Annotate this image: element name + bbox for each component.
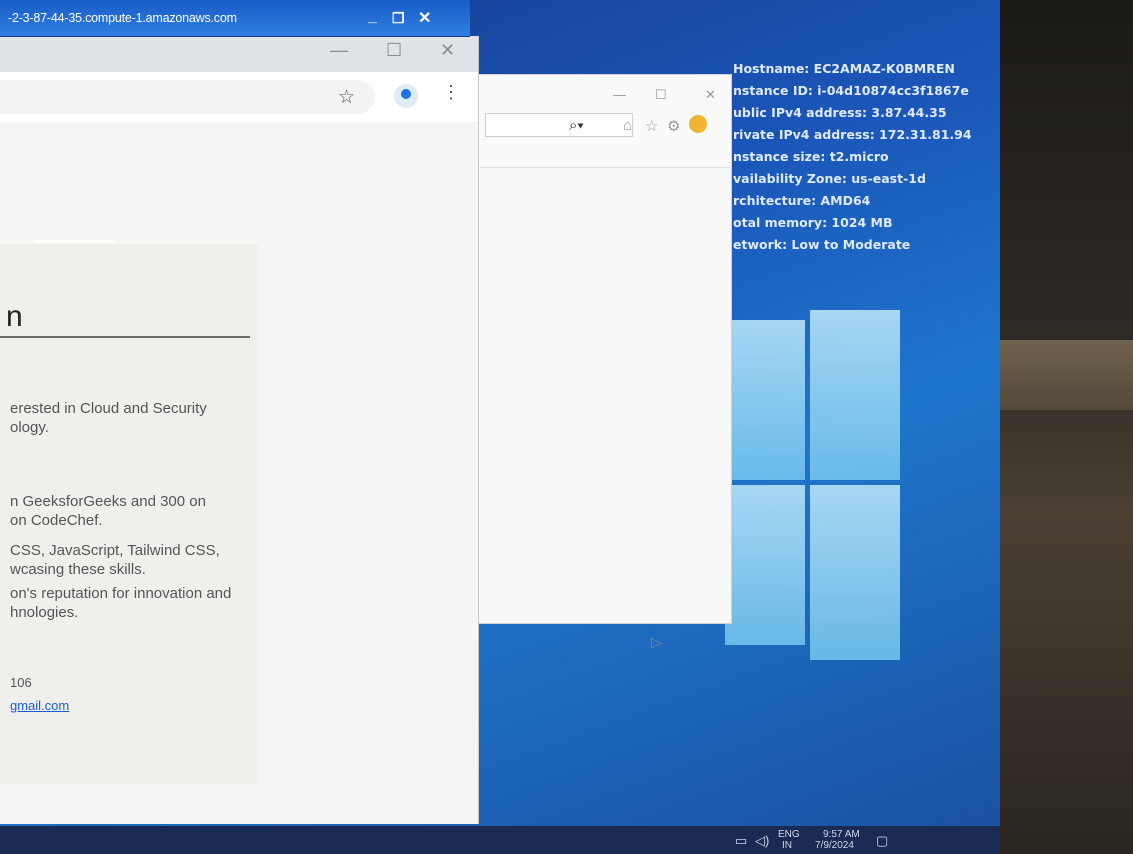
bginfo-architecture: rchitecture: AMD64 — [733, 193, 871, 208]
remote-desktop-screen: Hostname: EC2AMAZ-K0BMREN nstance ID: i-… — [0, 0, 1000, 854]
language-code: ENG — [778, 829, 800, 840]
chrome-maximize-button[interactable]: ☐ — [386, 40, 402, 61]
heading-underline — [0, 336, 250, 338]
rdp-restore-button[interactable]: ❐ — [392, 10, 405, 27]
mouse-cursor-icon: ▷ — [651, 634, 662, 650]
windows-logo-wallpaper — [715, 280, 915, 680]
chrome-toolbar: ☆ ⋮ — [0, 72, 478, 123]
skills-line-2: wcasing these skills. — [10, 561, 146, 578]
chrome-titlebar: — ☐ ✕ — [0, 36, 478, 72]
system-clock[interactable]: 9:57 AM 7/9/2024 — [815, 829, 860, 851]
windows-taskbar: ▭ ◁) ENG IN 9:57 AM 7/9/2024 ▢ — [0, 826, 1000, 854]
star-icon[interactable]: ☆ — [338, 86, 355, 109]
network-icon[interactable]: ▭ — [735, 833, 747, 849]
phone-fragment: 106 — [10, 675, 32, 690]
bginfo-instance-id: nstance ID: i-04d10874cc3f1867e — [733, 83, 969, 98]
bginfo-overlay: Hostname: EC2AMAZ-K0BMREN nstance ID: i-… — [733, 58, 993, 256]
goal-line-2: hnologies. — [10, 604, 79, 621]
bginfo-hostname: Hostname: EC2AMAZ-K0BMREN — [733, 61, 955, 76]
favorites-star-icon[interactable]: ☆ — [645, 117, 658, 135]
clock-date: 7/9/2024 — [815, 840, 854, 851]
kebab-menu-icon[interactable]: ⋮ — [442, 82, 460, 103]
bginfo-instance-size: nstance size: t2.micro — [733, 149, 889, 164]
email-link[interactable]: gmail.com — [10, 696, 69, 715]
rdp-host-title: -2-3-87-44-35.compute-1.amazonaws.com — [8, 11, 237, 25]
search-icon[interactable]: ⌕▾ — [569, 117, 584, 134]
skills-line-1: CSS, JavaScript, Tailwind CSS, — [10, 542, 220, 559]
ie-minimize-button[interactable]: — — [613, 87, 626, 102]
bginfo-total-memory: otal memory: 1024 MB — [733, 215, 893, 230]
chrome-browser-window[interactable]: — ☐ ✕ ☆ ⋮ n erested in Cloud and Securit… — [0, 36, 479, 824]
interest-line-2: ology. — [10, 419, 49, 436]
bginfo-availability-zone: vailability Zone: us-east-1d — [733, 171, 926, 186]
bginfo-public-ip: ublic IPv4 address: 3.87.44.35 — [733, 105, 947, 120]
page-heading: n — [6, 300, 23, 333]
ie-close-button[interactable]: ✕ — [705, 87, 716, 103]
bginfo-private-ip: rivate IPv4 address: 172.31.81.94 — [733, 127, 972, 142]
card-highlight — [34, 240, 114, 243]
language-indicator[interactable]: ENG IN — [778, 829, 800, 851]
ie-address-bar[interactable] — [485, 113, 633, 137]
notifications-icon[interactable]: ▢ — [876, 833, 888, 849]
ie-maximize-button[interactable]: ☐ — [655, 87, 667, 103]
bginfo-network: etwork: Low to Moderate — [733, 237, 911, 252]
chrome-close-button[interactable]: ✕ — [440, 40, 455, 61]
achievement-line-2: on CodeChef. — [10, 512, 103, 529]
ie-page-content: ▷ — [479, 168, 731, 650]
interest-line-1: erested in Cloud and Security — [10, 400, 207, 417]
region-code: IN — [782, 840, 792, 851]
settings-gear-icon[interactable]: ⚙ — [667, 117, 680, 135]
rdp-close-button[interactable]: ✕ — [418, 8, 431, 28]
chrome-minimize-button[interactable]: — — [330, 40, 348, 61]
rdp-connection-bar: -2-3-87-44-35.compute-1.amazonaws.com _ … — [0, 0, 470, 37]
volume-icon[interactable]: ◁) — [755, 833, 769, 849]
smiley-feedback-icon[interactable] — [689, 115, 707, 133]
ie-browser-window[interactable]: — ☐ ✕ ⌕▾ ⌂ ☆ ⚙ ▷ — [478, 74, 732, 650]
web-page: n erested in Cloud and Security ology. n… — [0, 122, 478, 824]
goal-line-1: on's reputation for innovation and — [10, 585, 232, 602]
profile-avatar-icon[interactable] — [394, 84, 418, 108]
address-bar[interactable]: ☆ — [0, 80, 375, 114]
clock-time: 9:57 AM — [823, 829, 860, 840]
rdp-minimize-button[interactable]: _ — [368, 8, 377, 26]
home-icon[interactable]: ⌂ — [623, 117, 632, 134]
achievement-line-1: n GeeksforGeeks and 300 on — [10, 493, 206, 510]
